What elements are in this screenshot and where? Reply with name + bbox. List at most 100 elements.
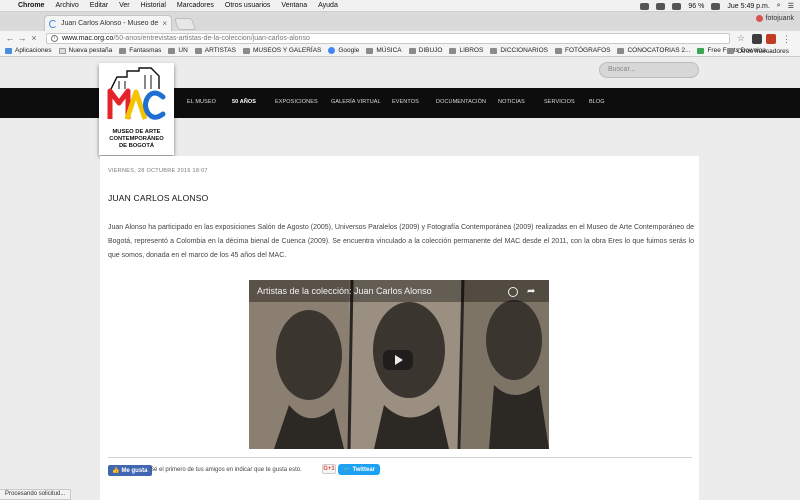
heart-icon [697, 47, 705, 54]
bookmark-label: MUSEOS Y GALERÍAS [252, 47, 322, 54]
bookmark-label: LIBROS [459, 47, 484, 54]
bookmark-folder[interactable]: FOTÓGRAFOS [554, 47, 610, 54]
site-search-input[interactable]: Buscar... [599, 62, 699, 78]
like-text: Sé el primero de tus amigos en indicar q… [150, 467, 302, 473]
extension-icon[interactable] [766, 34, 776, 44]
mac-logo[interactable]: MUSEO DE ARTE CONTEMPORÁNEO DE BOGOTÁ [99, 63, 174, 155]
folder-icon [366, 47, 374, 54]
address-bar[interactable]: i www.mac.org.co /50-anos/entrevistas-ar… [46, 33, 730, 44]
notification-center-icon[interactable]: ☰ [788, 2, 794, 10]
bookmark-folder[interactable]: MUSEOS Y GALERÍAS [242, 47, 322, 54]
nav-50-anos[interactable]: 50 AÑOS [232, 99, 256, 105]
like-label: Me gusta [121, 467, 148, 474]
url-host: www.mac.org.co [62, 35, 114, 42]
nav-blog[interactable]: BLOG [589, 99, 605, 105]
article-body: Juan Alonso ha participado en las exposi… [108, 224, 694, 259]
nav-documentacion[interactable]: DOCUMENTACIÓN [436, 99, 486, 105]
extension-icon[interactable] [640, 2, 650, 10]
article-date: VIERNES, 28 OCTUBRE 2016 18:07 [108, 168, 208, 174]
folder-icon [554, 47, 562, 54]
tab-title: Juan Carlos Alonso - Museo de Ar [61, 20, 160, 27]
stop-icon[interactable]: × [28, 33, 40, 43]
folder-icon [408, 47, 416, 54]
wifi-icon[interactable] [672, 2, 682, 10]
folder-icon [168, 47, 176, 54]
page-icon [58, 47, 66, 54]
logo-line: DE BOGOTÁ [118, 143, 155, 149]
menu-ver[interactable]: Ver [119, 2, 130, 9]
menu-ventana[interactable]: Ventana [281, 2, 307, 9]
menu-editar[interactable]: Editar [90, 2, 108, 9]
bookmark-label: Fantasmas [129, 47, 162, 54]
bookmark-label: ARTISTAS [204, 47, 236, 54]
bookmark-apps[interactable]: Aplicaciones [5, 47, 52, 54]
bookmark-label: Aplicaciones [15, 47, 52, 54]
bookmark-folder[interactable]: UN [168, 47, 188, 54]
menu-ayuda[interactable]: Ayuda [318, 2, 338, 9]
bookmark-other[interactable]: Otros marcadores [726, 45, 789, 57]
dropbox-icon[interactable] [656, 2, 666, 10]
nav-noticias[interactable]: NOTICIAS [498, 99, 525, 105]
bookmark-item[interactable]: Nueva pestaña [58, 47, 112, 54]
spotlight-icon[interactable]: ⌕ [777, 2, 781, 10]
tweet-button[interactable]: 🐦 Twittear [338, 464, 381, 475]
divider [108, 457, 692, 458]
logo-line: CONTEMPORÁNEO [109, 136, 164, 142]
folder-icon [449, 47, 457, 54]
bookmark-folder[interactable]: ARTISTAS [194, 47, 236, 54]
bookmark-label: MÚSICA [376, 47, 402, 54]
bookmark-folder[interactable]: DIBUJO [408, 47, 442, 54]
back-icon[interactable]: ← [4, 33, 16, 43]
video-player[interactable]: Artistas de la colección: Juan Carlos Al… [249, 280, 549, 449]
nav-exposiciones[interactable]: EXPOSICIONES [275, 99, 318, 105]
folder-icon [194, 47, 202, 54]
bookmark-folder[interactable]: LIBROS [449, 47, 483, 54]
site-info-icon[interactable]: i [51, 35, 58, 42]
macos-menubar: Chrome Archivo Editar Ver Historial Marc… [0, 0, 800, 12]
extension-icon[interactable] [752, 34, 762, 44]
bookmark-google[interactable]: Google [328, 47, 359, 54]
menu-otros-usuarios[interactable]: Otros usuarios [225, 2, 271, 9]
nav-servicios[interactable]: SERVICIOS [544, 99, 575, 105]
profile-icon [755, 15, 763, 22]
menubar-clock[interactable]: Jue 5:49 p.m. [727, 3, 769, 10]
nav-galeria-virtual[interactable]: GALERÍA VIRTUAL [331, 99, 381, 105]
menu-marcadores[interactable]: Marcadores [177, 2, 214, 9]
watch-later-icon[interactable] [508, 287, 518, 297]
nav-eventos[interactable]: EVENTOS [392, 99, 419, 105]
menu-historial[interactable]: Historial [141, 2, 166, 9]
bookmark-folder[interactable]: CONOCATORIAS 2... [617, 47, 690, 54]
profile-name: fotojuank [765, 15, 794, 22]
menu-app[interactable]: Chrome [18, 2, 44, 9]
twitter-bird-icon: 🐦 [343, 467, 351, 473]
bookmark-folder[interactable]: MÚSICA [366, 47, 402, 54]
logo-line: MUSEO DE ARTE [112, 129, 161, 135]
profile-button[interactable]: fotojuank [755, 15, 794, 22]
bookmark-label: CONOCATORIAS 2... [627, 47, 691, 54]
close-tab-icon[interactable]: × [162, 19, 167, 28]
facebook-like-button[interactable]: 👍 Me gusta [108, 465, 152, 476]
bookmark-label: DICCIONARIOS [500, 47, 548, 54]
bookmark-label: Google [338, 47, 360, 54]
folder-icon [490, 47, 498, 54]
menu-archivo[interactable]: Archivo [55, 2, 78, 9]
bookmarks-bar: Aplicaciones Nueva pestaña Fantasmas UN … [0, 45, 800, 57]
mac-logo-mark [107, 67, 166, 120]
battery-icon[interactable] [711, 2, 721, 10]
google-icon [328, 47, 336, 54]
folder-icon [617, 47, 625, 54]
bookmark-folder[interactable]: DICCIONARIOS [490, 47, 548, 54]
menu-icon[interactable]: ⋮ [782, 34, 792, 44]
google-plus-button[interactable]: G+1 [322, 464, 336, 474]
video-title[interactable]: Artistas de la colección: Juan Carlos Al… [257, 286, 432, 296]
bookmark-folder[interactable]: Fantasmas [119, 47, 161, 54]
share-icon[interactable]: ➦ [527, 286, 535, 297]
bookmark-star-icon[interactable]: ☆ [737, 33, 745, 44]
browser-tab[interactable]: Juan Carlos Alonso - Museo de Ar × [44, 15, 172, 31]
nav-el-museo[interactable]: EL MUSEO [187, 99, 216, 105]
battery-percent[interactable]: 96 % [688, 3, 704, 10]
new-tab-button[interactable] [173, 18, 197, 30]
play-button[interactable] [383, 350, 413, 370]
folder-icon [726, 48, 734, 54]
forward-icon[interactable]: → [16, 33, 28, 43]
